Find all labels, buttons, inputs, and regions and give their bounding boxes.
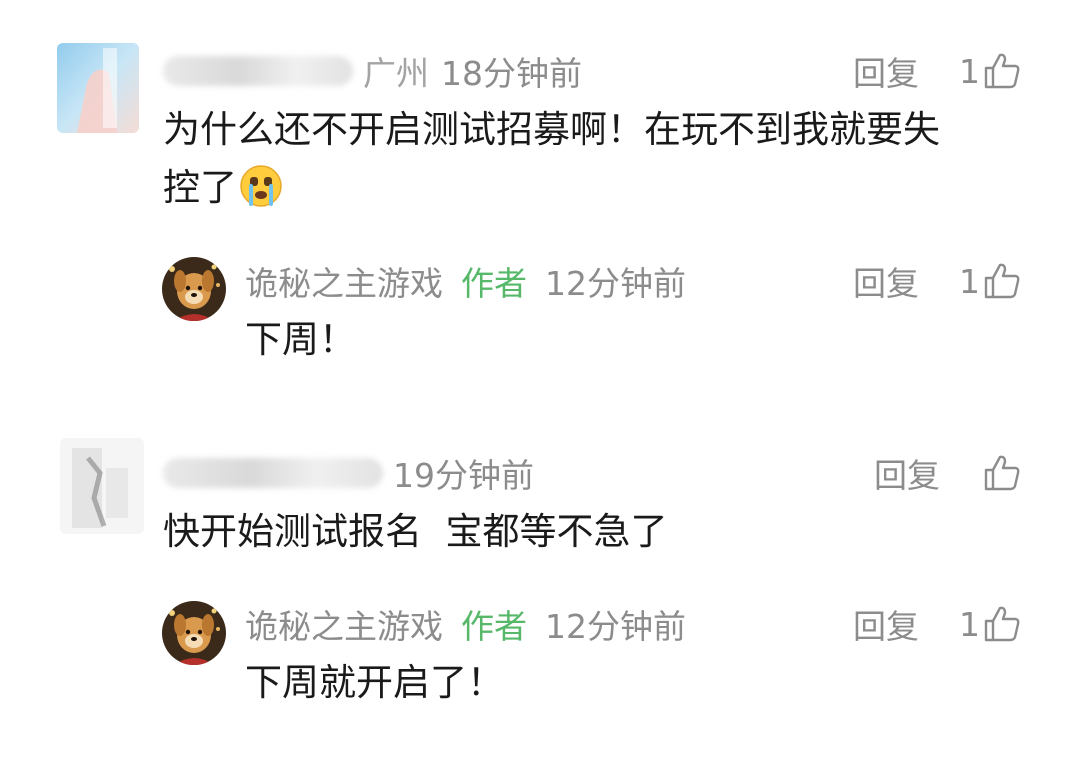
comment-text-fragment: 控了	[163, 166, 237, 209]
comment-text: 为什么还不开启测试招募啊！在玩不到我就要失 控了	[163, 101, 940, 217]
timestamp: 19分钟前	[393, 456, 534, 495]
comment-item: 19分钟前 回复 快开始测试报名 宝都等不急了	[0, 430, 1080, 580]
avatar[interactable]	[60, 438, 144, 534]
thumbs-up-icon[interactable]	[982, 51, 1022, 91]
author-badge: 作者	[461, 607, 527, 646]
reply-button[interactable]: 回复	[853, 257, 919, 305]
reply-meta: 诡秘之主游戏 作者 12分钟前	[245, 259, 686, 303]
reply-text: 下周！	[245, 318, 356, 361]
reply-meta: 诡秘之主游戏 作者 12分钟前	[245, 602, 686, 646]
reply-actions: 回复 1	[853, 259, 1022, 303]
timestamp: 12分钟前	[545, 607, 686, 646]
location-label: 广州	[363, 54, 429, 93]
reply-text: 下周就开启了！	[245, 661, 504, 704]
reply-button[interactable]: 回复	[874, 449, 940, 497]
comment-text: 快开始测试报名 宝都等不急了	[163, 510, 668, 553]
avatar-image	[60, 438, 144, 534]
thumbs-up-icon[interactable]	[982, 261, 1022, 301]
comment-text-line: 为什么还不开启测试招募啊！在玩不到我就要失	[163, 108, 940, 151]
avatar[interactable]	[162, 257, 226, 321]
thumbs-up-icon[interactable]	[982, 453, 1022, 493]
author-name[interactable]: 诡秘之主游戏	[245, 257, 443, 305]
crying-face-icon	[240, 165, 282, 207]
comment-meta: 19分钟前	[163, 451, 534, 495]
author-name[interactable]: 诡秘之主游戏	[245, 600, 443, 648]
avatar-image	[57, 43, 139, 133]
reply-button[interactable]: 回复	[853, 600, 919, 648]
avatar-image	[162, 257, 226, 321]
like-count: 1	[959, 604, 980, 644]
like-count: 1	[959, 261, 980, 301]
timestamp: 12分钟前	[545, 264, 686, 303]
comment-item: 广州 18分钟前 回复 1 为什么还不开启测试招募啊！在玩不到我就要失 控了	[0, 0, 1080, 240]
author-badge: 作者	[461, 264, 527, 303]
avatar[interactable]	[57, 43, 139, 133]
username-blurred[interactable]	[163, 458, 383, 488]
comment-actions: 回复	[874, 451, 1022, 495]
like-count: 1	[959, 51, 980, 91]
comment-meta: 广州 18分钟前	[163, 49, 582, 93]
reply-actions: 回复 1	[853, 602, 1022, 646]
username-blurred[interactable]	[163, 56, 353, 86]
timestamp: 18分钟前	[441, 54, 582, 93]
reply-button[interactable]: 回复	[853, 47, 919, 95]
comment-actions: 回复 1	[853, 49, 1022, 93]
reply-item: 诡秘之主游戏 作者 12分钟前 回复 1 下周！	[0, 240, 1080, 390]
avatar-image	[162, 601, 226, 665]
thumbs-up-icon[interactable]	[982, 604, 1022, 644]
avatar[interactable]	[162, 601, 226, 665]
comment-text-line: 控了	[163, 159, 940, 217]
reply-item: 诡秘之主游戏 作者 12分钟前 回复 1 下周就开启了！	[0, 585, 1080, 735]
